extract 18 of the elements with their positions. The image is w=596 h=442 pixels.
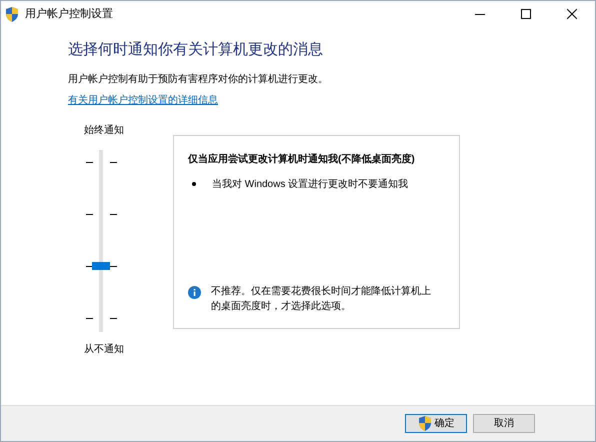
bullet-icon bbox=[192, 182, 196, 186]
close-icon bbox=[567, 9, 577, 19]
window-title: 用户帐户控制设置 bbox=[25, 6, 113, 22]
maximize-icon bbox=[521, 9, 531, 19]
panel-title: 仅当应用尝试更改计算机时通知我(不降低桌面亮度) bbox=[188, 152, 416, 166]
details-link[interactable]: 有关用户帐户控制设置的详细信息 bbox=[68, 94, 218, 106]
note-text: 不推荐。仅在需要花费很长时间才能降低计算机上的桌面亮度时，才选择此选项。 bbox=[211, 284, 432, 314]
description: 用户帐户控制有助于预防有害程序对你的计算机进行更改。 bbox=[68, 72, 329, 86]
info-icon bbox=[188, 286, 201, 298]
cancel-button[interactable]: 取消 bbox=[473, 414, 535, 433]
slider-top-label: 始终通知 bbox=[84, 124, 124, 138]
slider-bottom-label: 从不通知 bbox=[84, 342, 124, 356]
bullet-text: 当我对 Windows 设置进行更改时不要通知我 bbox=[212, 178, 408, 192]
slider-thumb[interactable] bbox=[92, 262, 110, 270]
ok-button[interactable]: 确定 bbox=[405, 414, 467, 433]
shield-icon bbox=[5, 6, 19, 22]
shield-icon bbox=[418, 416, 432, 431]
heading: 选择何时通知你有关计算机更改的消息 bbox=[68, 40, 324, 60]
